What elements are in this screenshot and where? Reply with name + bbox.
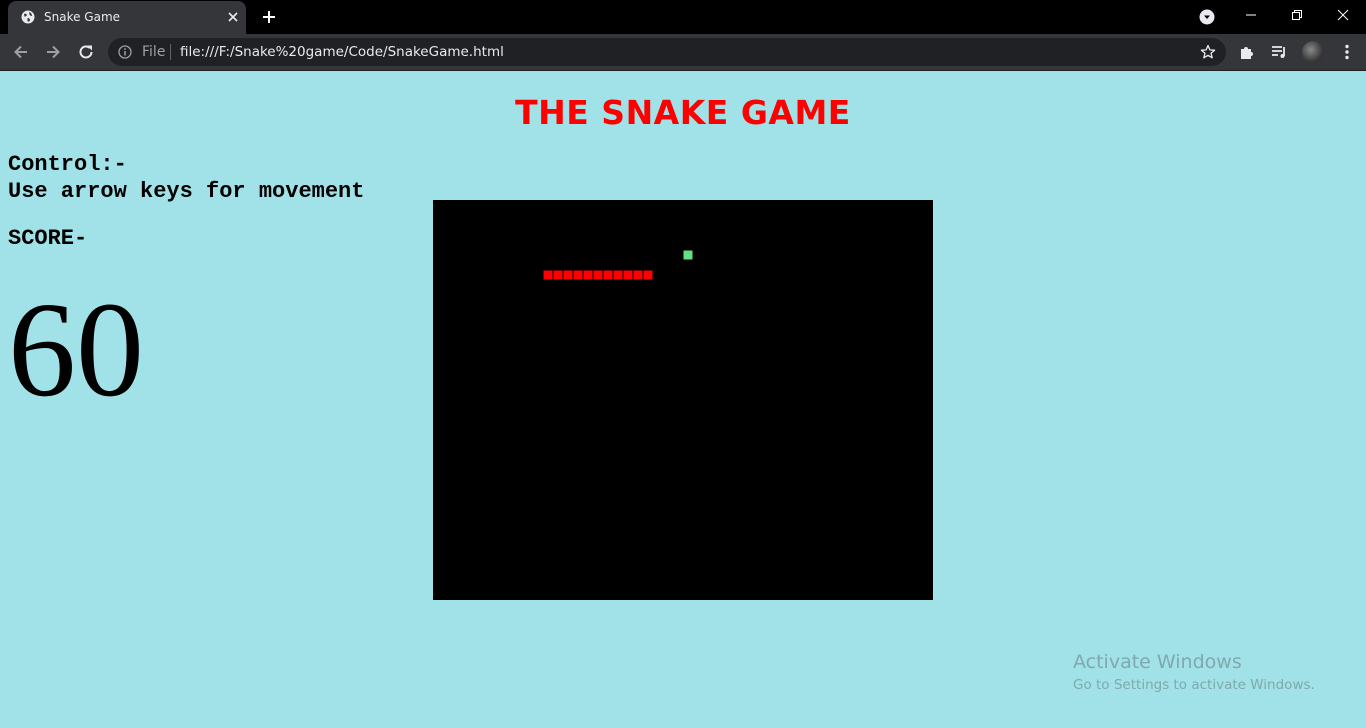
snake-segment [562,269,574,281]
reload-icon[interactable] [77,43,95,61]
restore-icon [1292,10,1302,20]
bookmark-star-icon[interactable] [1200,44,1216,60]
snake-segment [642,269,654,281]
snake-segment [582,269,594,281]
game-board[interactable] [433,200,933,600]
score-label: SCORE- [8,226,88,251]
tab-strip: Snake Game [0,0,1366,34]
snake-segment [622,269,634,281]
address-separator [170,44,171,60]
control-heading: Control:- [8,152,127,177]
restore-button[interactable] [1274,0,1320,30]
forward-arrow-icon[interactable] [44,43,62,61]
snake [542,269,654,281]
snake-segment [542,269,554,281]
tab-search-icon[interactable] [1199,9,1215,25]
profile-avatar[interactable] [1302,41,1324,63]
globe-icon [21,10,35,24]
close-window-button[interactable] [1320,0,1366,30]
snake-segment [552,269,564,281]
address-scheme-label: File [142,44,166,60]
snake-segment [632,269,644,281]
extensions-puzzle-icon[interactable] [1238,43,1256,61]
tab-title: Snake Game [44,10,121,24]
score-value: 60 [8,275,144,425]
more-menu-icon[interactable] [1338,43,1356,61]
minimize-button[interactable] [1228,0,1274,30]
new-tab-icon[interactable] [261,9,277,25]
page-title: THE SNAKE GAME [515,93,851,132]
food-pellet [682,249,694,261]
snake-segment [612,269,624,281]
info-icon[interactable] [118,45,132,59]
snake-segment [572,269,584,281]
snake-segment [602,269,614,281]
back-arrow-icon[interactable] [12,43,30,61]
address-bar[interactable]: File file:///F:/Snake%20game/Code/SnakeG… [108,38,1226,66]
close-tab-icon[interactable] [226,10,240,24]
minimize-icon [1246,14,1256,16]
close-icon [1337,9,1349,21]
snake-segment [592,269,604,281]
control-instructions: Use arrow keys for movement [8,179,365,204]
address-url[interactable]: file:///F:/Snake%20game/Code/SnakeGame.h… [180,44,504,60]
activate-windows-title: Activate Windows [1073,651,1242,673]
activate-windows-subtitle: Go to Settings to activate Windows. [1073,677,1315,693]
tab-snake-game[interactable]: Snake Game [8,1,246,34]
browser-toolbar: File file:///F:/Snake%20game/Code/SnakeG… [0,34,1366,71]
media-queue-icon[interactable] [1270,43,1288,61]
